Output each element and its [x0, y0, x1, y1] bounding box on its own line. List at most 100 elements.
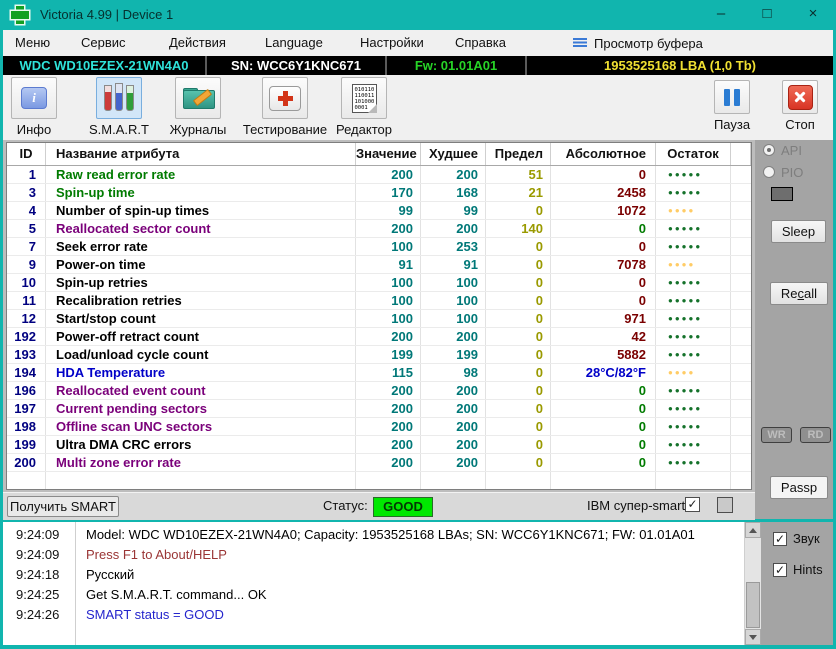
- recall-button[interactable]: Recall: [770, 282, 828, 305]
- empty-row: [7, 472, 751, 490]
- menu-item-4[interactable]: Language: [261, 30, 327, 56]
- menu-item-2[interactable]: Сервис: [77, 30, 130, 56]
- api-radio[interactable]: [763, 144, 775, 156]
- attr-value: 199: [356, 346, 421, 363]
- attr-health-dots: ●●●●●: [656, 166, 731, 183]
- smart-row-192[interactable]: 192Power-off retract count200200042●●●●●: [7, 328, 751, 346]
- toolbar: iИнфоS.M.A.R.TЖурналыТестирование0101101…: [3, 75, 833, 140]
- minimize-button[interactable]: –: [704, 0, 738, 30]
- log-entry-4: 9:24:25Get S.M.A.R.T. command... OK: [3, 585, 744, 605]
- attr-value: 170: [356, 184, 421, 201]
- attr-threshold: 0: [486, 310, 551, 327]
- log-message: Русский: [76, 567, 134, 582]
- get-smart-button[interactable]: Получить SMART: [7, 496, 119, 517]
- attr-worst: 100: [421, 310, 486, 327]
- attr-raw: 7078: [551, 256, 656, 273]
- passp-button[interactable]: Passp: [770, 476, 828, 499]
- smart-table: IDНазвание атрибутаЗначениеХудшееПределА…: [6, 142, 752, 490]
- pio-radio-row[interactable]: PIO: [763, 165, 803, 179]
- attr-filler: [731, 184, 751, 201]
- buffer-view-button[interactable]: Просмотр буфера: [573, 30, 703, 56]
- empty-cell: [356, 472, 421, 489]
- attr-name: Offline scan UNC sectors: [46, 418, 356, 435]
- attr-filler: [731, 256, 751, 273]
- attr-name: Current pending sectors: [46, 400, 356, 417]
- victoria-app-icon: [10, 5, 30, 25]
- log-scrollbar[interactable]: [744, 522, 761, 645]
- attr-worst: 99: [421, 202, 486, 219]
- attr-raw: 0: [551, 220, 656, 237]
- attr-name: Start/stop count: [46, 310, 356, 327]
- toolbar-button-hex-editor[interactable]: 0101101100111010000001Редактор: [309, 77, 419, 137]
- toolbar-button-stop[interactable]: Стоп: [745, 77, 836, 132]
- menu-item-1[interactable]: Меню: [11, 30, 54, 56]
- hints-checkbox-row[interactable]: Hints: [773, 562, 823, 577]
- attr-filler: [731, 436, 751, 453]
- ibm-super-smart-checkbox[interactable]: [685, 497, 700, 512]
- sleep-button[interactable]: Sleep: [771, 220, 826, 243]
- smart-row-194[interactable]: 194HDA Temperature11598028°C/82°F●●●●: [7, 364, 751, 382]
- smart-tubes-icon: [104, 85, 134, 111]
- smart-row-10[interactable]: 10Spin-up retries10010000●●●●●: [7, 274, 751, 292]
- smart-row-11[interactable]: 11Recalibration retries10010000●●●●●: [7, 292, 751, 310]
- journals-folder-icon: [183, 88, 213, 109]
- attr-worst: 200: [421, 436, 486, 453]
- attr-id: 4: [7, 202, 46, 219]
- smart-row-5[interactable]: 5Reallocated sector count2002001400●●●●●: [7, 220, 751, 238]
- hints-checkbox[interactable]: [773, 563, 787, 577]
- rd-button[interactable]: RD: [800, 427, 831, 443]
- menu-item-5[interactable]: Настройки: [356, 30, 428, 56]
- log-time: 9:24:26: [3, 605, 76, 625]
- maximize-button[interactable]: □: [750, 0, 784, 30]
- pio-label: PIO: [781, 165, 803, 180]
- attr-threshold: 21: [486, 184, 551, 201]
- attr-health-dots: ●●●●●: [656, 292, 731, 309]
- smart-row-1[interactable]: 1Raw read error rate200200510●●●●●: [7, 166, 751, 184]
- attr-name: Load/unload cycle count: [46, 346, 356, 363]
- close-button[interactable]: ×: [796, 0, 830, 30]
- attr-name: Reallocated sector count: [46, 220, 356, 237]
- smart-row-197[interactable]: 197Current pending sectors20020000●●●●●: [7, 400, 751, 418]
- attr-threshold: 0: [486, 346, 551, 363]
- sound-checkbox-row[interactable]: Звук: [773, 531, 820, 546]
- attr-value: 100: [356, 292, 421, 309]
- smart-row-196[interactable]: 196Reallocated event count20020000●●●●●: [7, 382, 751, 400]
- attr-health-dots: ●●●●●: [656, 400, 731, 417]
- attr-value: 200: [356, 400, 421, 417]
- attr-id: 192: [7, 328, 46, 345]
- extra-checkbox[interactable]: [717, 497, 733, 513]
- pio-radio[interactable]: [763, 166, 775, 178]
- smart-row-198[interactable]: 198Offline scan UNC sectors20020000●●●●●: [7, 418, 751, 436]
- attr-raw: 42: [551, 328, 656, 345]
- attr-filler: [731, 346, 751, 363]
- scroll-up-button[interactable]: [745, 522, 761, 538]
- wr-button[interactable]: WR: [761, 427, 792, 443]
- attr-filler: [731, 382, 751, 399]
- smart-row-7[interactable]: 7Seek error rate10025300●●●●●: [7, 238, 751, 256]
- attr-filler: [731, 274, 751, 291]
- attr-filler: [731, 454, 751, 471]
- attr-worst: 253: [421, 238, 486, 255]
- color-swatch[interactable]: [771, 187, 793, 201]
- smart-row-3[interactable]: 3Spin-up time170168212458●●●●●: [7, 184, 751, 202]
- smart-row-200[interactable]: 200Multi zone error rate20020000●●●●●: [7, 454, 751, 472]
- empty-cell: [656, 472, 731, 489]
- sound-checkbox[interactable]: [773, 532, 787, 546]
- menu-item-3[interactable]: Действия: [165, 30, 230, 56]
- smart-row-193[interactable]: 193Load/unload cycle count19919905882●●●…: [7, 346, 751, 364]
- menu-item-6[interactable]: Справка: [451, 30, 510, 56]
- smart-row-9[interactable]: 9Power-on time919107078●●●●: [7, 256, 751, 274]
- empty-cell: [7, 472, 46, 489]
- scroll-down-button[interactable]: [745, 629, 761, 645]
- attr-name: Spin-up retries: [46, 274, 356, 291]
- scrollbar-thumb[interactable]: [746, 582, 760, 628]
- attr-raw: 0: [551, 292, 656, 309]
- log-message: Get S.M.A.R.T. command... OK: [76, 587, 267, 602]
- smart-row-199[interactable]: 199Ultra DMA CRC errors20020000●●●●●: [7, 436, 751, 454]
- attr-filler: [731, 418, 751, 435]
- header-cell-3: Худшее: [421, 143, 486, 165]
- smart-row-4[interactable]: 4Number of spin-up times999901072●●●●: [7, 202, 751, 220]
- api-label: API: [781, 143, 802, 158]
- api-radio-row[interactable]: API: [763, 143, 802, 157]
- smart-row-12[interactable]: 12Start/stop count1001000971●●●●●: [7, 310, 751, 328]
